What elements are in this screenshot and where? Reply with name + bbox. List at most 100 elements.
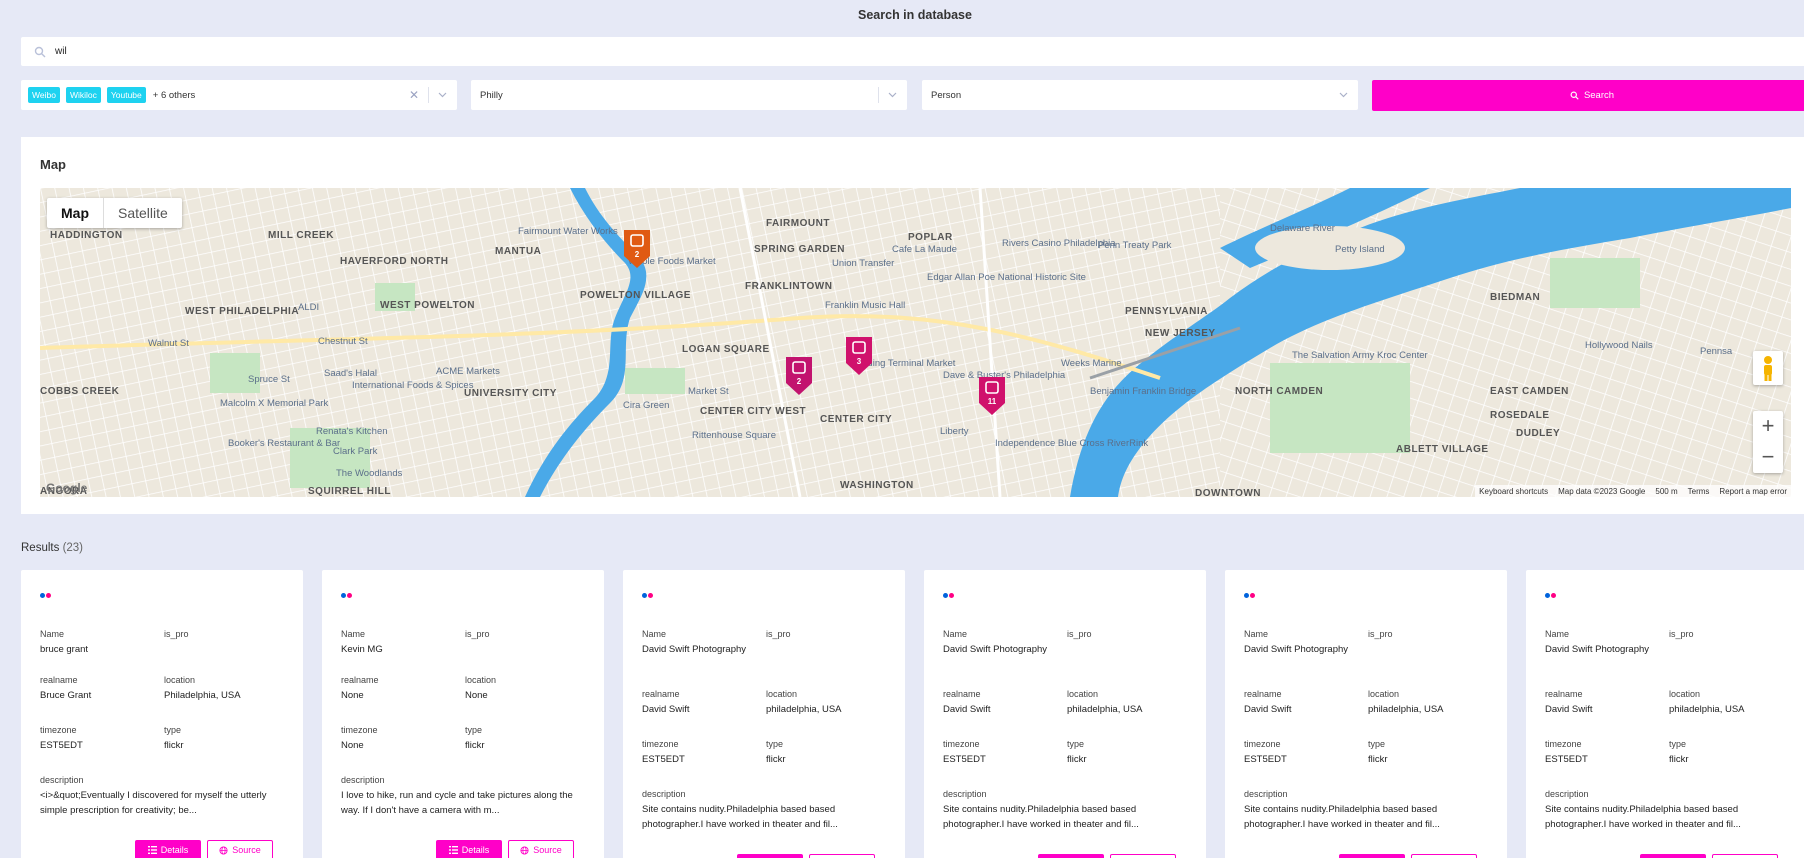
map-marker[interactable]: 11: [975, 373, 1009, 417]
map-label: ROSEDALE: [1490, 410, 1550, 421]
source-chip[interactable]: Youtube: [106, 87, 146, 103]
location-select[interactable]: Philly: [471, 80, 907, 110]
source-chip[interactable]: Weibo: [28, 87, 60, 103]
map-label: MANTUA: [495, 246, 542, 257]
map-label: Union Transfer: [832, 258, 895, 269]
type-value: flickr: [465, 740, 485, 751]
timezone-value: EST5EDT: [642, 754, 685, 765]
map-type-map[interactable]: Map: [47, 198, 103, 228]
name-field: Name David Swift Photography: [642, 629, 747, 658]
map-label: Benjamin Franklin Bridge: [1090, 386, 1197, 397]
description-value: Site contains nudity.Philadelphia based …: [1244, 804, 1440, 830]
list-icon: [448, 846, 458, 854]
details-button[interactable]: Details: [737, 854, 803, 858]
result-card: Name bruce grant is_pro realname Bruce Grant…: [21, 570, 303, 858]
map-label: MILL CREEK: [268, 230, 334, 241]
details-button[interactable]: Details: [135, 840, 201, 858]
map-label: Saad's Halal: [324, 368, 378, 379]
map-label: Hollywood Nails: [1585, 340, 1653, 351]
realname-field: realname David Swift: [1244, 689, 1292, 718]
details-button[interactable]: Details: [1339, 854, 1405, 858]
map-label: SQUIRREL HILL: [308, 486, 391, 497]
location-value: philadelphia, USA: [1067, 704, 1143, 715]
chevron-down-icon[interactable]: [1338, 89, 1349, 100]
is-pro-field: is_pro: [164, 629, 284, 643]
map-panel: Map HADDINGTON MILL CREEK HAVERFORD NORT…: [21, 137, 1804, 514]
globe-icon: [219, 845, 228, 855]
map-scale[interactable]: 500 m: [1655, 487, 1677, 496]
zoom-in-button[interactable]: +: [1753, 411, 1783, 442]
source-chip[interactable]: Wikiloc: [65, 87, 101, 103]
result-card: Name Kevin MG is_pro realname None location No…: [322, 570, 604, 858]
chevron-down-icon[interactable]: [887, 89, 898, 100]
map-type-toggle[interactable]: Map Satellite: [47, 198, 182, 228]
marker-count: 3: [856, 357, 862, 366]
park: [625, 368, 685, 394]
description-field: description Site contains nudity.Philadel…: [1244, 789, 1484, 832]
timezone-field: timezone EST5EDT: [943, 739, 986, 768]
realname-value: Bruce Grant: [40, 690, 92, 701]
name-label: Name: [642, 629, 667, 639]
realname-label: realname: [1244, 689, 1282, 699]
map-marker[interactable]: 2: [620, 226, 654, 270]
source-button[interactable]: Source: [508, 840, 574, 858]
result-card: Name David Swift Photography is_pro realnam…: [1526, 570, 1804, 858]
details-button[interactable]: Details: [1640, 854, 1706, 858]
report-error-link[interactable]: Report a map error: [1719, 487, 1787, 496]
map-label: FAIRMOUNT: [766, 218, 830, 229]
map-marker[interactable]: 3: [842, 333, 876, 377]
map-label: EAST CAMDEN: [1490, 386, 1569, 397]
map-label: Cafe La Maude: [892, 244, 957, 255]
timezone-value: EST5EDT: [40, 740, 83, 751]
sources-multiselect[interactable]: Weibo Wikiloc Youtube + 6 others ✕: [21, 80, 457, 110]
name-value: David Swift Photography: [1244, 644, 1349, 655]
details-button[interactable]: Details: [1038, 854, 1104, 858]
flickr-icon: [642, 593, 653, 598]
pegman-icon[interactable]: [1753, 351, 1783, 385]
terms-link[interactable]: Terms: [1688, 487, 1710, 496]
is-pro-field: is_pro: [465, 629, 585, 643]
others-count: + 6 others: [152, 89, 196, 101]
keyboard-shortcuts-link[interactable]: Keyboard shortcuts: [1479, 487, 1548, 496]
map-label: DUDLEY: [1516, 428, 1561, 439]
separator: [428, 87, 429, 103]
search-button[interactable]: Search: [1372, 80, 1804, 111]
chevron-down-icon[interactable]: [437, 89, 448, 100]
zoom-out-button[interactable]: −: [1753, 442, 1783, 473]
search-bar[interactable]: [21, 37, 1804, 66]
map-label: CENTER CITY WEST: [700, 406, 807, 417]
description-label: description: [40, 775, 84, 785]
park: [210, 353, 260, 393]
is-pro-label: is_pro: [465, 629, 490, 639]
map-label: NORTH CAMDEN: [1235, 386, 1324, 397]
realname-label: realname: [1545, 689, 1583, 699]
type-select[interactable]: Person: [922, 80, 1358, 110]
source-button-label: Source: [533, 845, 562, 855]
search-input[interactable]: [55, 46, 655, 57]
realname-field: realname David Swift: [642, 689, 690, 718]
map-label: HAVERFORD NORTH: [340, 256, 449, 267]
description-label: description: [943, 789, 987, 799]
details-button[interactable]: Details: [436, 840, 502, 858]
source-button[interactable]: Source: [1712, 854, 1778, 858]
source-button[interactable]: Source: [1411, 854, 1477, 858]
map-label: The Woodlands: [336, 468, 403, 479]
timezone-value: EST5EDT: [1244, 754, 1287, 765]
source-button[interactable]: Source: [809, 854, 875, 858]
name-value: David Swift Photography: [642, 644, 747, 655]
map-type-satellite[interactable]: Satellite: [103, 198, 182, 228]
timezone-label: timezone: [40, 725, 77, 735]
map-label: WEST POWELTON: [380, 300, 476, 311]
map-label: Walnut St: [148, 338, 189, 349]
type-field: type flickr: [1669, 739, 1689, 768]
location-field: location philadelphia, USA: [1368, 689, 1444, 718]
map-label: Edgar Allan Poe National Historic Site: [927, 272, 1086, 283]
map-canvas[interactable]: HADDINGTON MILL CREEK HAVERFORD NORTH MANTU…: [40, 188, 1791, 497]
map-marker[interactable]: 2: [782, 353, 816, 397]
type-field: type flickr: [164, 725, 184, 754]
is-pro-label: is_pro: [766, 629, 791, 639]
source-button[interactable]: Source: [1110, 854, 1176, 858]
source-button[interactable]: Source: [207, 840, 273, 858]
clear-icon[interactable]: ✕: [409, 88, 419, 102]
map-label: FRANKLINTOWN: [745, 281, 833, 292]
